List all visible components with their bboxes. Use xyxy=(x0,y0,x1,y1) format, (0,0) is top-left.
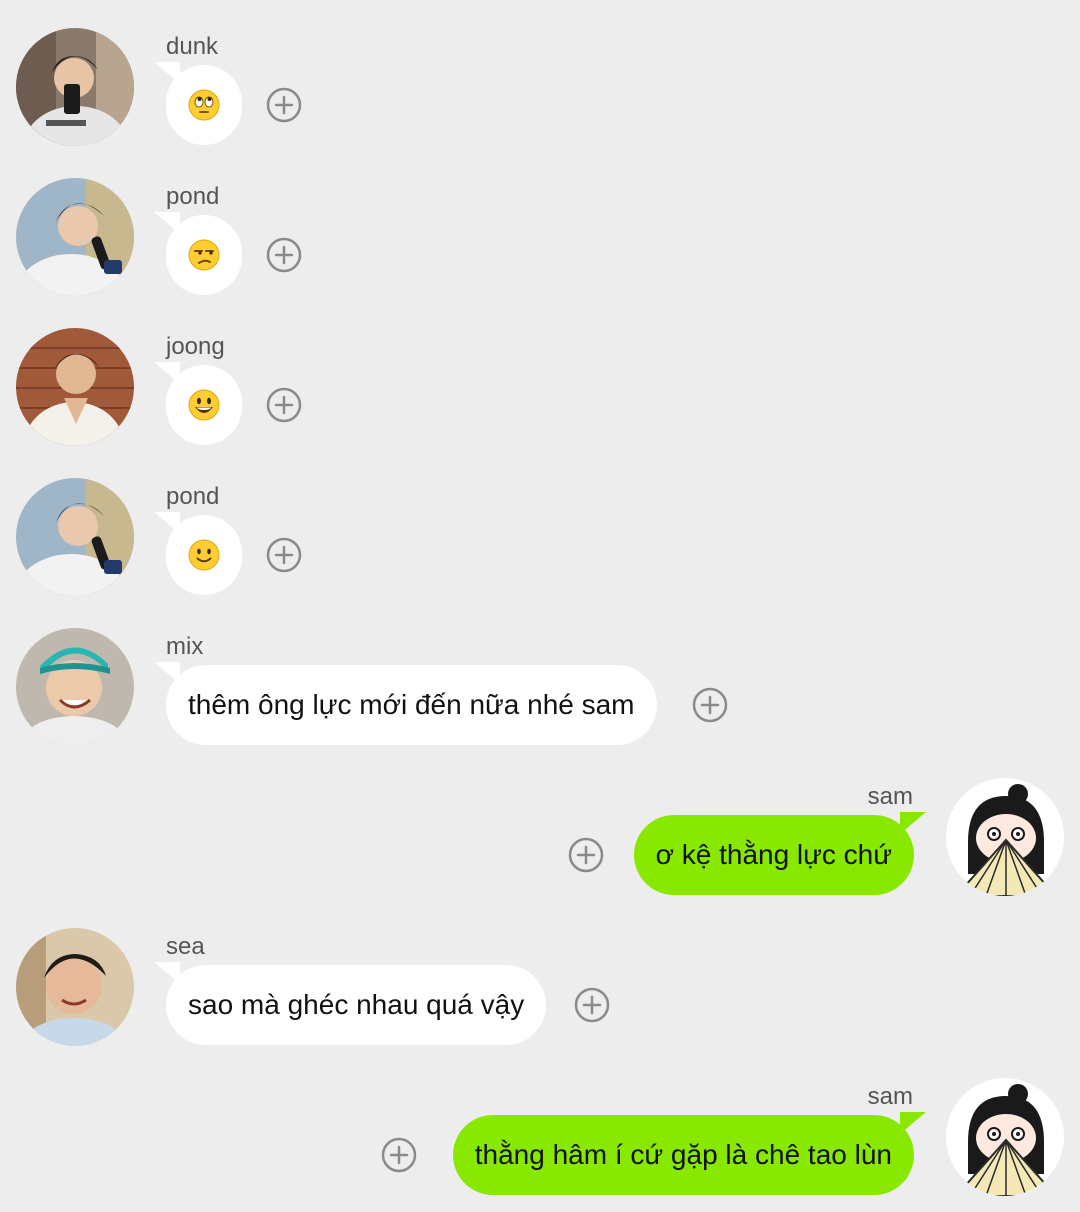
sender-name: joong xyxy=(166,333,225,360)
message-bubble[interactable] xyxy=(154,362,242,445)
add-reaction-icon xyxy=(266,87,302,123)
bubble-tail xyxy=(900,812,926,834)
add-reaction-button[interactable] xyxy=(266,87,302,123)
sender-name: pond xyxy=(166,183,220,210)
add-reaction-icon xyxy=(266,387,302,423)
sender-name: sam xyxy=(867,1083,913,1110)
avatar[interactable] xyxy=(16,628,134,746)
avatar[interactable] xyxy=(946,1078,1064,1196)
bubble-tail xyxy=(154,212,180,234)
message-bubble[interactable] xyxy=(154,512,242,595)
message-row: joong xyxy=(0,300,1080,450)
sender-name: sam xyxy=(867,783,913,810)
message-bubble[interactable]: thằng hâm í cứ gặp là chê tao lùn xyxy=(452,1112,926,1195)
add-reaction-icon xyxy=(574,987,610,1023)
add-reaction-icon xyxy=(266,537,302,573)
avatar[interactable] xyxy=(16,478,134,596)
add-reaction-icon xyxy=(266,237,302,273)
message-text: thêm ông lực mới đến nữa nhé sam xyxy=(188,689,635,720)
add-reaction-button[interactable] xyxy=(266,537,302,573)
avatar[interactable] xyxy=(16,328,134,446)
add-reaction-button[interactable] xyxy=(574,987,610,1023)
face-with-rolling-eyes-icon xyxy=(188,89,220,121)
add-reaction-button[interactable] xyxy=(568,837,604,873)
grinning-face-icon xyxy=(188,389,220,421)
bubble-tail xyxy=(154,362,180,384)
sender-name: dunk xyxy=(166,33,219,60)
add-reaction-icon xyxy=(692,687,728,723)
add-reaction-button[interactable] xyxy=(381,1137,417,1173)
message-bubble[interactable]: ơ kệ thằng lực chứ xyxy=(633,812,926,895)
message-row: sam thằng hâm í cứ gặp là chê tao lùn xyxy=(0,1050,1080,1200)
avatar[interactable] xyxy=(16,178,134,296)
message-row: dunk xyxy=(0,0,1080,150)
message-bubble[interactable]: thêm ông lực mới đến nữa nhé sam xyxy=(154,662,657,745)
bubble-tail xyxy=(154,62,180,84)
message-row: sam ơ kệ thằng lực chứ xyxy=(0,750,1080,900)
message-row: sea sao mà ghéc nhau quá vậy xyxy=(0,900,1080,1050)
sender-name: mix xyxy=(166,633,204,660)
bubble-tail xyxy=(154,662,180,684)
add-reaction-button[interactable] xyxy=(692,687,728,723)
message-row: mix thêm ông lực mới đến nữa nhé sam xyxy=(0,600,1080,750)
avatar[interactable] xyxy=(16,928,134,1046)
bubble-tail xyxy=(154,962,180,984)
message-text: sao mà ghéc nhau quá vậy xyxy=(188,989,525,1020)
message-text: ơ kệ thằng lực chứ xyxy=(655,839,892,870)
message-row: pond xyxy=(0,150,1080,300)
message-row: pond xyxy=(0,450,1080,600)
avatar[interactable] xyxy=(16,28,134,146)
unamused-face-icon xyxy=(188,239,220,271)
add-reaction-button[interactable] xyxy=(266,237,302,273)
sender-name: sea xyxy=(166,933,205,960)
message-text: thằng hâm í cứ gặp là chê tao lùn xyxy=(474,1139,892,1170)
bubble-tail xyxy=(154,512,180,534)
add-reaction-icon xyxy=(568,837,604,873)
avatar[interactable] xyxy=(946,778,1064,896)
message-bubble[interactable] xyxy=(154,212,242,295)
sender-name: pond xyxy=(166,483,220,510)
message-bubble[interactable]: sao mà ghéc nhau quá vậy xyxy=(154,962,547,1045)
add-reaction-button[interactable] xyxy=(266,387,302,423)
slightly-smiling-face-icon xyxy=(188,539,220,571)
bubble-tail xyxy=(900,1112,926,1134)
message-bubble[interactable] xyxy=(154,62,242,145)
add-reaction-icon xyxy=(381,1137,417,1173)
